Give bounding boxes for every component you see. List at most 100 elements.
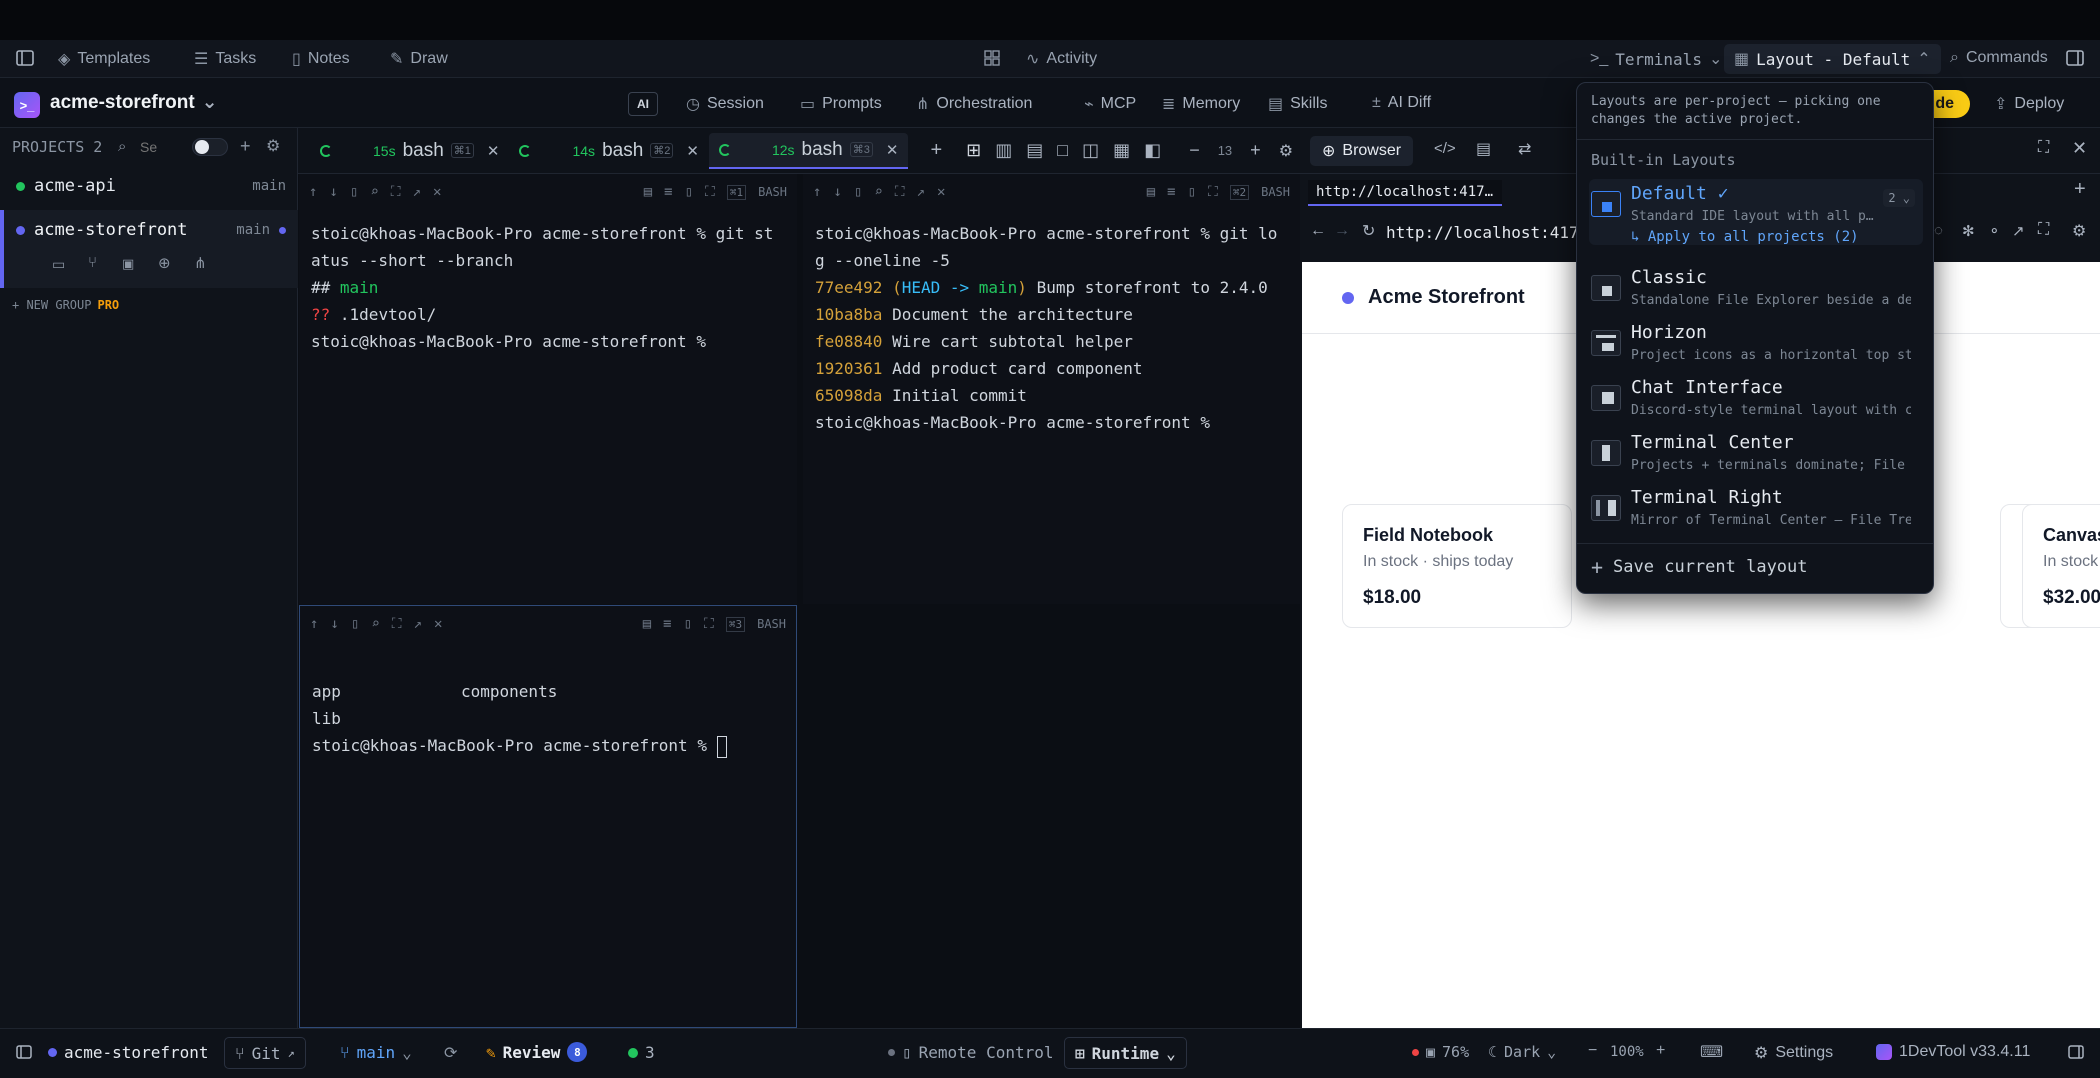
search-icon[interactable]: ⌕ — [874, 184, 882, 200]
side-layout-icon[interactable]: ◧ — [1144, 140, 1161, 161]
expand-icon[interactable]: ⛶ — [895, 184, 905, 200]
wrap-icon[interactable]: ≡ — [1167, 184, 1175, 200]
right-panel-icon[interactable] — [2066, 50, 2084, 66]
url-tab[interactable]: http://localhost:417… — [1308, 180, 1502, 206]
layout-option-terminal-right[interactable]: Terminal Right Mirror of Terminal Center… — [1589, 483, 1923, 537]
fullscreen-icon[interactable]: ⛶ — [2038, 221, 2049, 239]
file-icon[interactable]: ▯ — [685, 184, 693, 200]
apply-all-link[interactable]: ↳ Apply to all projects (2) — [1631, 229, 1859, 245]
single-layout-icon[interactable]: □ — [1057, 140, 1068, 161]
grid-icon[interactable] — [984, 50, 1000, 66]
refresh-icon[interactable]: ◌ — [1934, 222, 1943, 239]
close-icon[interactable]: ✕ — [2072, 138, 2087, 159]
project-search-input[interactable] — [140, 136, 188, 158]
templates-button[interactable]: ◈ Templates — [58, 49, 150, 69]
external-icon[interactable]: ↗ — [917, 184, 925, 200]
layout-menu-button[interactable]: ▦ Layout - Default ⌃ — [1724, 44, 1941, 74]
mcp-button[interactable]: ⌁ MCP — [1084, 94, 1136, 114]
reload-icon[interactable]: ↻ — [1362, 221, 1375, 241]
arrow-up-icon[interactable]: ↑ — [813, 184, 821, 200]
product-card-canvas[interactable]: Canvas In stock $32.00 — [2022, 504, 2100, 628]
session-button[interactable]: ◷ Session — [686, 94, 764, 114]
git-button[interactable]: ⑂ Git ↗ — [224, 1037, 306, 1069]
external-icon[interactable]: ↗ — [413, 184, 421, 200]
project-item-acme-api[interactable]: acme-api main — [0, 168, 298, 204]
url-input[interactable]: http://localhost:4173 — [1386, 220, 1586, 246]
search-icon[interactable]: ⌕ — [118, 138, 126, 155]
close-icon[interactable]: ✕ — [686, 142, 699, 160]
sparkle-icon[interactable]: ✻ — [1962, 222, 1975, 240]
wrap-icon[interactable]: ≡ — [664, 184, 672, 200]
tasks-button[interactable]: ☰ Tasks — [194, 49, 256, 69]
activity-button[interactable]: ∿ Activity — [1026, 49, 1097, 69]
forward-icon[interactable]: → — [1334, 222, 1350, 240]
folder-icon[interactable]: ▭ — [52, 256, 65, 273]
fullscreen-icon[interactable]: ⛶ — [705, 184, 715, 200]
fullscreen-icon[interactable]: ⛶ — [1208, 184, 1218, 200]
terminal-pane-2[interactable]: ↑ ↓ ▯ ⌕ ⛶ ↗ ✕ ▤ ≡ ▯ ⛶ ⌘2 BASH stoic@khoas-MacBook-… — [803, 174, 1300, 604]
external-icon[interactable]: ↗ — [2012, 222, 2025, 240]
columns-layout-icon[interactable]: ▥ — [995, 140, 1012, 161]
git-branch-icon[interactable]: ⑂ — [88, 254, 97, 271]
book-icon[interactable]: ▤ — [1147, 184, 1155, 200]
gear-icon[interactable]: ⚙ — [1279, 141, 1293, 161]
panel-icon[interactable]: ▤ — [1476, 139, 1491, 159]
arrow-up-icon[interactable]: ↑ — [309, 184, 317, 200]
project-item-acme-storefront[interactable]: acme-storefront main ▭ ⑂ ▣ ⊕ ⋔ — [0, 210, 298, 288]
zoom-in-button[interactable]: + — [1656, 1042, 1665, 1060]
review-button[interactable]: ✎ Review 8 — [486, 1042, 588, 1062]
project-switcher[interactable]: acme-storefront ⌄ — [50, 91, 218, 114]
expand-icon[interactable]: ⛶ — [392, 616, 402, 632]
status-project[interactable]: acme-storefront — [48, 1043, 209, 1062]
file-icon[interactable]: ▯ — [684, 616, 692, 632]
font-increase-button[interactable]: + — [1250, 140, 1261, 161]
globe-icon[interactable]: ⊕ — [158, 254, 171, 272]
terminal-tab-1[interactable]: 15s bash ⌘1 ✕ — [310, 133, 509, 169]
arrow-down-icon[interactable]: ↓ — [330, 616, 338, 632]
layout-option-default[interactable]: Default ✓ Standard IDE layout with all p… — [1589, 179, 1923, 245]
browser-tab[interactable]: ⊕ Browser — [1310, 136, 1414, 166]
search-icon[interactable]: ⌕ — [370, 184, 378, 200]
new-group-button[interactable]: + NEW GROUP PRO — [12, 298, 119, 312]
close-icon[interactable]: ✕ — [487, 142, 500, 160]
search-icon[interactable]: ⌕ — [371, 616, 379, 632]
close-icon[interactable]: ✕ — [434, 616, 442, 632]
orchestration-button[interactable]: ⋔ Orchestration — [916, 94, 1032, 114]
grid-layout-icon[interactable]: ⊞ — [966, 140, 981, 161]
version-label[interactable]: 1DevTool v33.4.11 — [1876, 1043, 2030, 1061]
back-icon[interactable]: ← — [1310, 222, 1326, 240]
code-icon[interactable]: </> — [1434, 140, 1456, 157]
arrow-up-icon[interactable]: ↑ — [310, 616, 318, 632]
expand-icon[interactable]: ⛶ — [391, 184, 401, 200]
skills-button[interactable]: ▤ Skills — [1268, 94, 1327, 114]
wrap-icon[interactable]: ≡ — [663, 616, 671, 632]
layout-option-horizon[interactable]: Horizon Project icons as a horizontal to… — [1589, 318, 1923, 372]
terminal-tab-2[interactable]: 14s bash ⌘2 ✕ — [509, 133, 708, 169]
draw-button[interactable]: ✎ Draw — [390, 49, 448, 69]
arrow-down-icon[interactable]: ↓ — [329, 184, 337, 200]
layout-option-classic[interactable]: Classic Standalone File Explorer beside … — [1589, 263, 1923, 317]
gear-icon[interactable]: ⚙ — [266, 136, 280, 156]
terminals-menu[interactable]: >_ Terminals ⌄ — [1590, 49, 1722, 69]
settings-dot-icon[interactable]: ⚬ — [1988, 222, 2001, 240]
arrow-down-icon[interactable]: ↓ — [833, 184, 841, 200]
swap-icon[interactable]: ⇄ — [1518, 139, 1531, 159]
agents-status[interactable]: 3 — [628, 1043, 655, 1062]
theme-selector[interactable]: ☾ Dark ⌄ — [1488, 1043, 1556, 1061]
fullscreen-icon[interactable]: ⛶ — [704, 616, 714, 632]
trash-icon[interactable]: ▯ — [854, 184, 862, 200]
keyboard-icon[interactable]: ⌨ — [1700, 1042, 1723, 1062]
network-icon[interactable]: ⋔ — [194, 254, 207, 272]
sidebar-toggle-icon[interactable] — [16, 50, 34, 66]
rows-layout-icon[interactable]: ▤ — [1026, 140, 1043, 161]
new-tab-button[interactable]: + — [2074, 178, 2086, 201]
trash-icon[interactable]: ▯ — [350, 184, 358, 200]
zoom-out-button[interactable]: − — [1588, 1042, 1597, 1060]
notes-button[interactable]: ▯ Notes — [292, 49, 350, 69]
terminal-icon[interactable]: ▣ — [122, 256, 134, 272]
book-icon[interactable]: ▤ — [643, 616, 651, 632]
right-panel-icon[interactable] — [2068, 1045, 2084, 1064]
memory-usage[interactable]: ▣ 76% — [1412, 1043, 1469, 1061]
sync-icon[interactable]: ⟳ — [444, 1043, 457, 1063]
terminal-tab-3[interactable]: 12s bash ⌘3 ✕ — [708, 132, 909, 169]
